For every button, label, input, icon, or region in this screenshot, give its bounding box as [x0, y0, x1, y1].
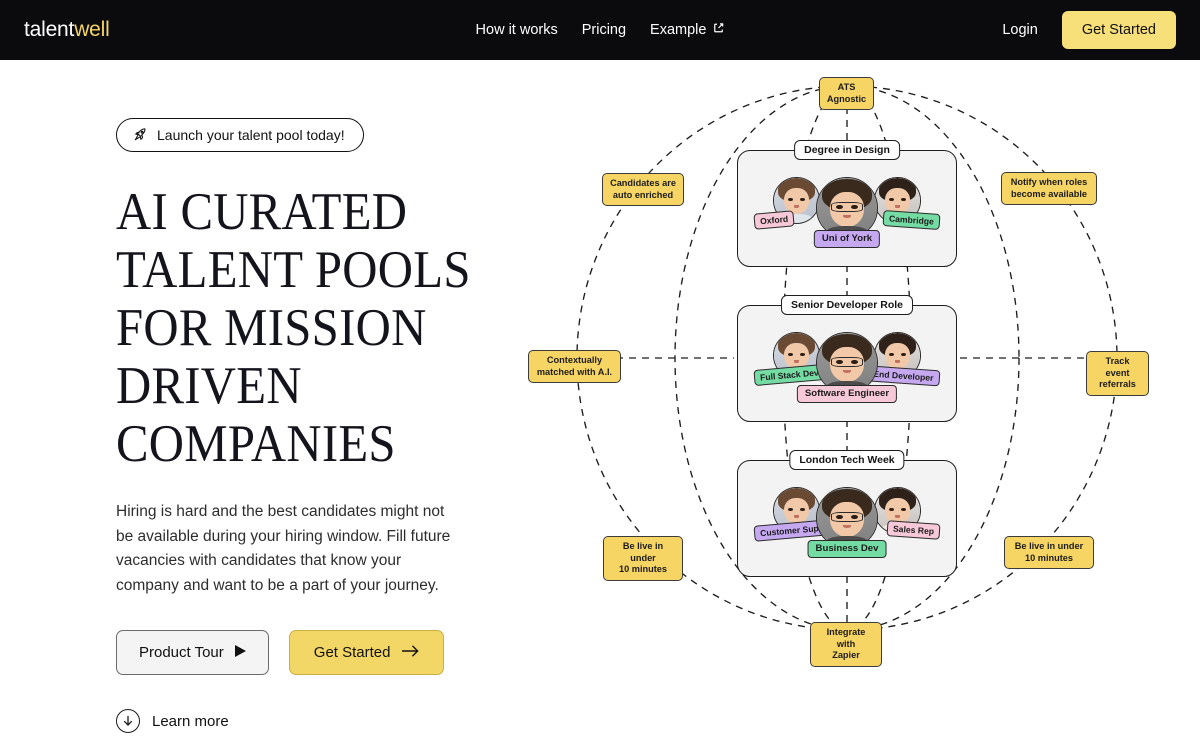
brand-logo[interactable]: talent well	[24, 18, 110, 42]
pool-card-london-tech-week[interactable]: London Tech Week Customer Support Sales …	[737, 450, 957, 577]
logo-text-talent: talent	[24, 18, 75, 41]
learn-more-label: Learn more	[152, 712, 229, 730]
hero-right-column: ATS Agnostic Candidates are auto enriche…	[520, 60, 1200, 750]
feature-label-contextually-matched[interactable]: Contextually matched with A.I.	[528, 350, 621, 383]
pool-tag: Oxford	[753, 209, 795, 230]
rocket-icon	[132, 127, 148, 143]
get-started-label: Get Started	[313, 644, 391, 661]
nav-link-how-it-works[interactable]: How it works	[476, 22, 558, 38]
play-icon	[234, 644, 246, 661]
feature-label-be-live-left[interactable]: Be live in under 10 minutes	[603, 536, 683, 581]
pool-tag: Software Engineer	[796, 384, 898, 403]
nav-link-pricing[interactable]: Pricing	[582, 22, 626, 38]
pool-avatars: Oxford Cambridge Uni of York	[753, 173, 941, 248]
page-body: Launch your talent pool today! AI CURATE…	[0, 60, 1200, 750]
feature-label-be-live-right[interactable]: Be live in under 10 minutes	[1004, 536, 1094, 569]
talent-pool-diagram: ATS Agnostic Candidates are auto enriche…	[520, 60, 1200, 750]
arrow-down-circle-icon	[116, 709, 140, 733]
hero-left-column: Launch your talent pool today! AI CURATE…	[0, 60, 520, 750]
top-navigation-bar: talent well How it works Pricing Example …	[0, 0, 1200, 60]
product-tour-label: Product Tour	[139, 644, 224, 661]
nav-link-label: How it works	[475, 22, 558, 38]
pool-tag: Cambridge	[882, 209, 941, 230]
launch-badge-label: Launch your talent pool today!	[157, 127, 345, 143]
nav-link-example[interactable]: Example	[650, 22, 724, 38]
feature-label-integrate-zapier[interactable]: Integrate with Zapier	[810, 622, 882, 667]
nav-actions: Login Get Started	[1002, 11, 1176, 49]
pool-card-title: London Tech Week	[789, 450, 905, 470]
pool-card-title: Senior Developer Role	[780, 295, 914, 315]
hero-cta-row: Product Tour Get Started	[116, 630, 520, 675]
get-started-hero-button[interactable]: Get Started	[288, 630, 444, 675]
pool-avatars: Full Stack Dev Front End Developer Softw…	[753, 328, 941, 403]
learn-more-link[interactable]: Learn more	[116, 709, 229, 733]
arrow-right-icon	[401, 644, 419, 661]
logo-text-well: well	[74, 18, 110, 41]
pool-avatars: Customer Support Sales Rep Business Dev	[753, 483, 941, 558]
pool-card-degree-in-design[interactable]: Degree in Design Oxford Cambridge Uni of…	[737, 140, 957, 267]
pool-tag: Business Dev	[807, 539, 887, 558]
feature-label-notify-when-roles[interactable]: Notify when roles become available	[1001, 172, 1097, 205]
get-started-nav-button[interactable]: Get Started	[1061, 11, 1176, 49]
external-link-icon	[712, 22, 724, 38]
pool-tag: Sales Rep	[886, 519, 941, 540]
pool-card-senior-developer-role[interactable]: Senior Developer Role Full Stack Dev Fro…	[737, 295, 957, 422]
nav-link-label: Example	[650, 22, 707, 38]
feature-label-candidates-auto-enriched[interactable]: Candidates are auto enriched	[602, 173, 684, 206]
pool-card-title: Degree in Design	[794, 140, 900, 160]
nav-link-label: Pricing	[581, 22, 627, 38]
product-tour-button[interactable]: Product Tour	[116, 630, 269, 675]
pool-tag: Uni of York	[813, 229, 881, 248]
nav-links: How it works Pricing Example	[476, 22, 725, 38]
feature-label-track-event-referrals[interactable]: Track event referrals	[1086, 351, 1149, 396]
hero-paragraph: Hiring is hard and the best candidates m…	[116, 503, 451, 594]
pool-tag: Full Stack Dev	[753, 363, 826, 386]
login-link[interactable]: Login	[1002, 22, 1037, 38]
page-title: AI CURATED TALENT POOLS FOR MISSION DRIV…	[116, 183, 471, 473]
launch-badge[interactable]: Launch your talent pool today!	[116, 118, 364, 152]
feature-label-ats-agnostic[interactable]: ATS Agnostic	[819, 77, 874, 110]
